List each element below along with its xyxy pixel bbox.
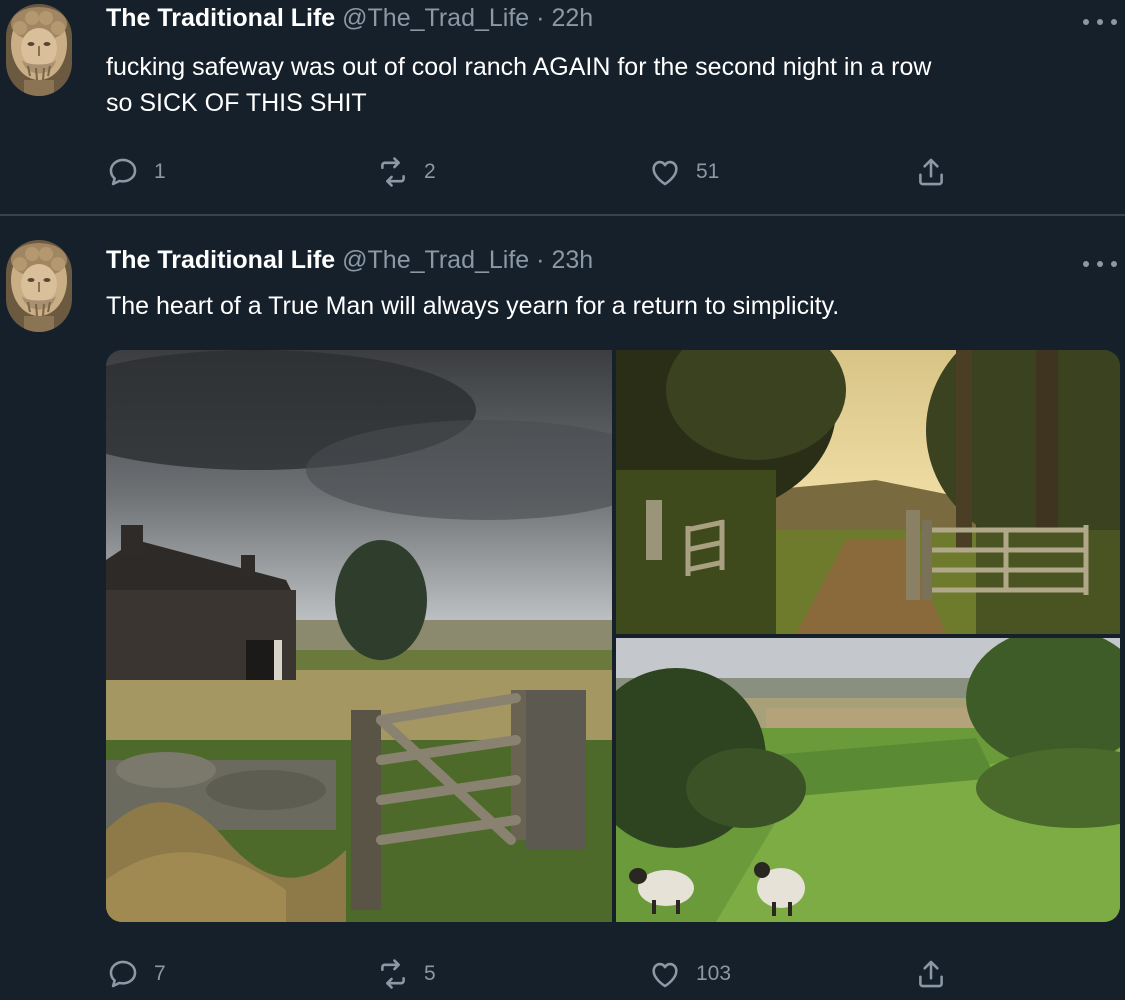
tweet-text-line-2: so SICK OF THIS SHIT (106, 89, 367, 117)
like-button[interactable]: 103 (648, 956, 731, 992)
share-icon (914, 155, 948, 189)
display-name[interactable]: The Traditional Life (106, 246, 335, 274)
tweet-actions: 7 5 103 (106, 956, 966, 992)
avatar-statue-icon[interactable] (6, 4, 72, 96)
separator-dot: · (536, 4, 545, 32)
more-options-icon[interactable] (1083, 254, 1117, 274)
retweet-count: 5 (424, 962, 436, 985)
reply-icon (106, 957, 140, 991)
retweet-count: 2 (424, 160, 436, 183)
reply-button[interactable]: 7 (106, 956, 166, 992)
timestamp[interactable]: 22h (551, 4, 593, 32)
like-button[interactable]: 51 (648, 154, 719, 190)
tweet-text: fucking safeway was out of cool ranch AG… (106, 49, 931, 121)
retweet-button[interactable]: 2 (376, 154, 436, 190)
tweet-header: The Traditional Life @The_Trad_Life · 22… (106, 4, 593, 33)
tweet-actions: 1 2 51 (106, 154, 966, 190)
display-name[interactable]: The Traditional Life (106, 4, 335, 32)
share-icon (914, 957, 948, 991)
avatar-statue-icon[interactable] (6, 240, 72, 332)
stone-farmhouse-with-gate-photo[interactable] (106, 350, 612, 922)
handle[interactable]: @The_Trad_Life (342, 4, 529, 32)
like-count: 103 (696, 962, 732, 985)
handle[interactable]: @The_Trad_Life (342, 246, 529, 274)
tweet-text-line-1: The heart of a True Man will always year… (106, 292, 840, 320)
reply-count: 7 (154, 962, 166, 985)
reply-icon (106, 155, 140, 189)
reply-button[interactable]: 1 (106, 154, 166, 190)
retweet-icon (376, 155, 410, 189)
reply-count: 1 (154, 160, 166, 183)
separator-dot: · (536, 246, 545, 274)
retweet-icon (376, 957, 410, 991)
green-pasture-sheep-photo[interactable] (616, 638, 1120, 922)
tweet-header: The Traditional Life @The_Trad_Life · 23… (106, 246, 593, 275)
tweet-2[interactable]: The Traditional Life @The_Trad_Life · 23… (0, 216, 1125, 1000)
like-count: 51 (696, 160, 720, 183)
tweet-text-line-1: fucking safeway was out of cool ranch AG… (106, 53, 932, 81)
more-options-icon[interactable] (1083, 12, 1117, 32)
retweet-button[interactable]: 5 (376, 956, 436, 992)
share-button[interactable] (914, 154, 948, 190)
tweet-text: The heart of a True Man will always year… (106, 288, 839, 324)
like-icon (648, 957, 682, 991)
timestamp[interactable]: 23h (551, 246, 593, 274)
share-button[interactable] (914, 956, 948, 992)
tweet-1[interactable]: The Traditional Life @The_Trad_Life · 22… (0, 0, 1125, 214)
media-grid (106, 350, 1120, 922)
country-lane-gate-photo[interactable] (616, 350, 1120, 634)
like-icon (648, 155, 682, 189)
